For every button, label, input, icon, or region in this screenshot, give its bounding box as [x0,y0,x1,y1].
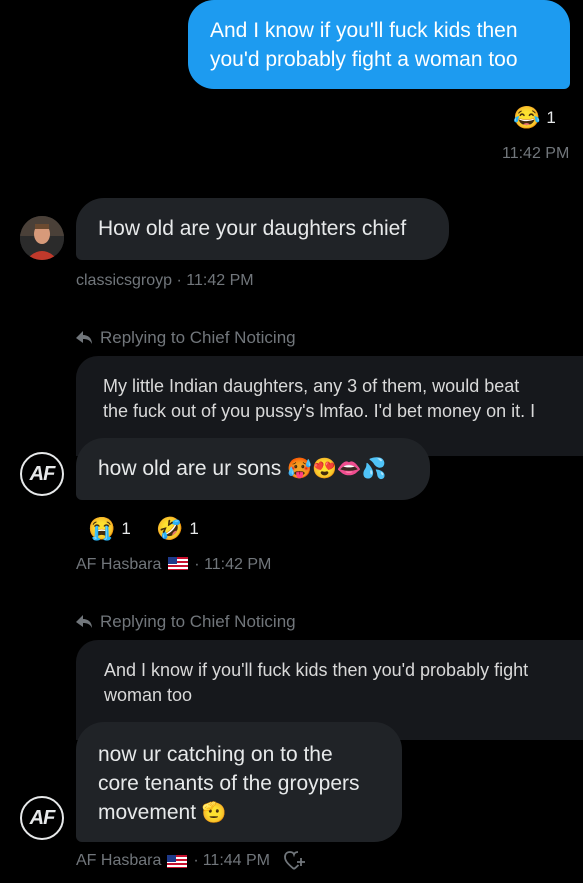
rofl-emoji: 🤣 [156,516,184,541]
separator: · [194,556,200,573]
message-text: How old are your daughters chief [98,217,407,240]
message-timestamp: 11:44 PM [202,852,270,869]
sender-name[interactable]: classicsgroyp [76,272,172,289]
reaction-chip[interactable]: 😂 1 [513,107,556,129]
saluting-emoji: 🫡 [201,802,227,824]
crying-emoji: 😭 [88,516,116,541]
incoming-message-bubble[interactable]: now ur catching on to the core tenants o… [76,722,402,842]
avatar-image [20,216,64,260]
reply-arrow-icon [76,331,92,344]
replying-to-label[interactable]: Replying to Chief Noticing [76,328,296,348]
message-meta: AF Hasbara · 11:44 PM [76,851,306,871]
separator: · [176,272,182,289]
quoted-text-line: woman too [104,685,193,705]
message-text-line: movement 🫡 [98,798,380,827]
laughing-emoji: 😂 [513,105,541,130]
quoted-text-line: My little Indian daughters, any 3 of the… [103,376,520,396]
message-meta: classicsgroyp · 11:42 PM [76,272,254,290]
reaction-count: 1 [189,519,199,538]
replying-to-text: Replying to Chief Noticing [100,612,296,631]
message-timestamp: 11:42 PM [204,556,272,573]
message-timestamp: 11:42 PM [186,272,254,289]
avatar-classicsgroyp[interactable] [20,216,64,260]
incoming-message-bubble[interactable]: how old are ur sons 🥵😍👄💦 [76,438,430,500]
message-text-line: core tenants of the groypers [98,772,360,795]
us-flag-icon [167,854,188,868]
avatar-af-hasbara[interactable]: AF [20,452,64,496]
react-heart-plus-icon[interactable] [284,851,306,871]
sender-name[interactable]: AF Hasbara [76,852,161,870]
reaction-count: 1 [121,519,131,538]
reaction-chip[interactable]: 🤣 1 [156,518,199,540]
reply-arrow-icon [76,615,92,628]
us-flag-icon [167,557,188,570]
quoted-text-line: the fuck out of you pussy's lmfao. I'd b… [103,401,536,421]
message-text-line: you'd probably fight a woman too [210,48,518,71]
replying-to-text: Replying to Chief Noticing [100,328,296,347]
sender-name[interactable]: AF Hasbara [76,556,161,573]
quoted-text-line: And I know if you'll fuck kids then you'… [104,660,529,680]
af-logo-text: AF [29,462,56,485]
outgoing-message-bubble[interactable]: And I know if you'll fuck kids then you'… [188,0,570,89]
reaction-chip[interactable]: 😭 1 [88,518,131,540]
separator: · [193,852,199,869]
message-text: how old are ur sons [98,457,282,480]
message-timestamp: 11:42 PM [502,145,570,162]
avatar-af-hasbara[interactable]: AF [20,796,64,840]
reaction-count: 1 [546,108,556,127]
message-meta: AF Hasbara · 11:42 PM [76,556,271,574]
incoming-message-bubble[interactable]: How old are your daughters chief [76,198,449,260]
message-emojis: 🥵😍👄💦 [287,458,387,480]
message-text-line: now ur catching on to the [98,743,333,766]
af-logo-text: AF [29,806,56,829]
replying-to-label[interactable]: Replying to Chief Noticing [76,612,296,632]
message-text-line: And I know if you'll fuck kids then [210,19,518,42]
message-text: movement [98,801,197,824]
